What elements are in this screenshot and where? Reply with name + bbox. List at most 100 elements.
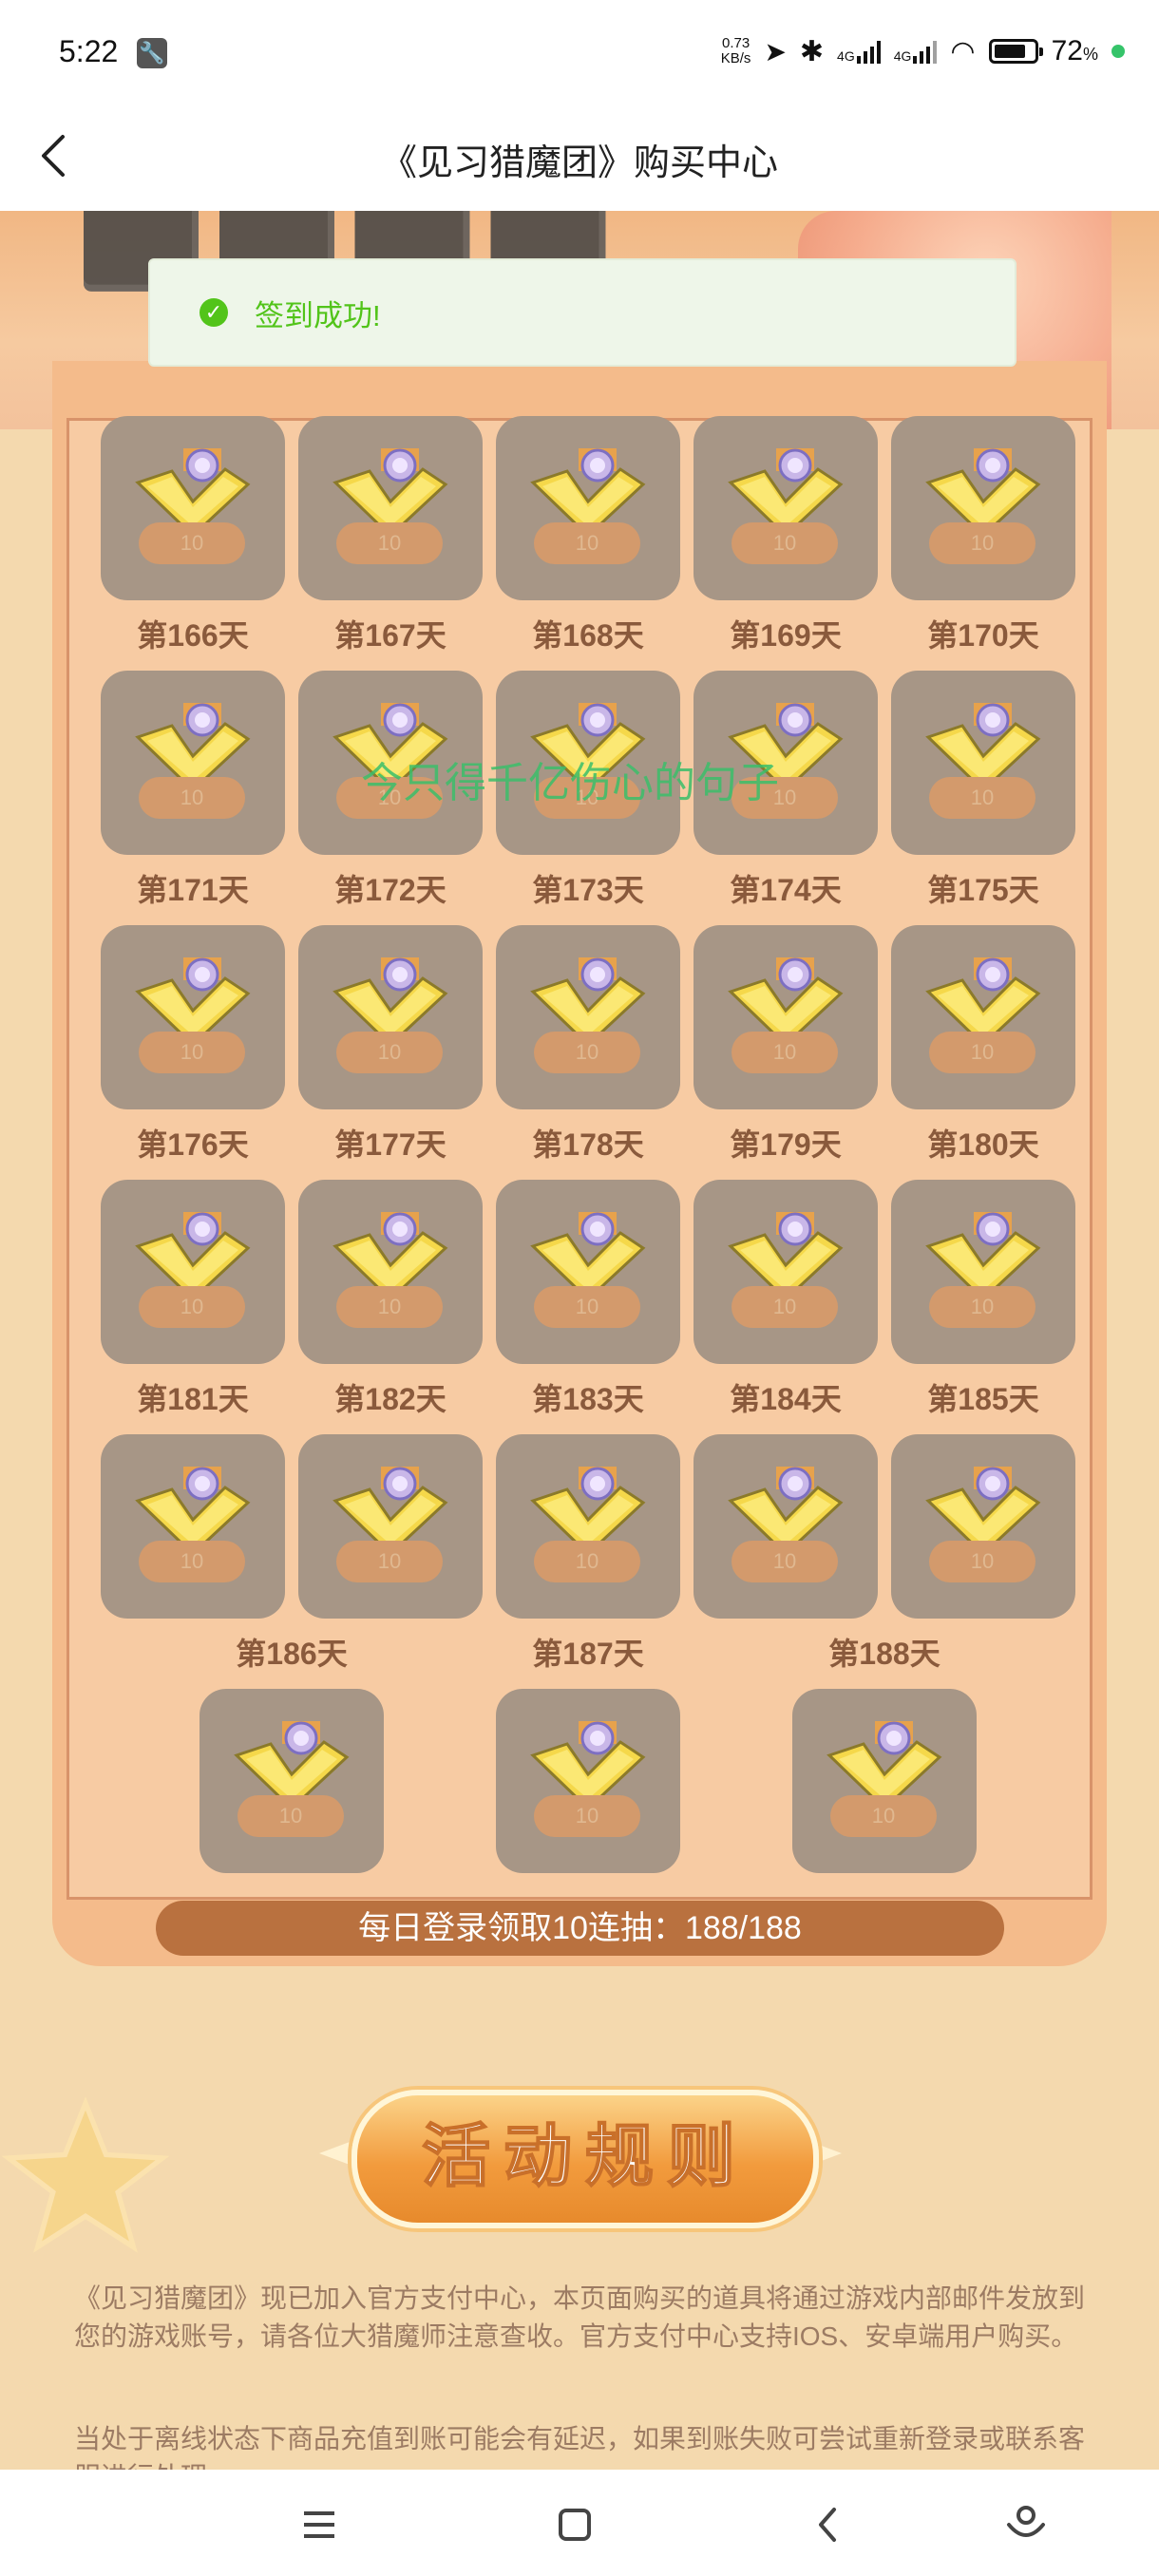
bluetooth-icon: ✱	[799, 35, 825, 67]
network-speed: 0.73 KB/s	[721, 36, 751, 66]
reward-amount: 10	[139, 522, 245, 564]
signal-icon: 4G	[837, 39, 881, 64]
status-icons: 0.73 KB/s ➤ ✱ 4G 4G ◠ 72%	[721, 32, 1125, 70]
wifi-icon: ◠	[950, 35, 976, 67]
reward-amount: 10	[534, 1795, 640, 1837]
reward-tile[interactable]: 10	[298, 925, 483, 1109]
page-title: 《见习猎魔团》购买中心	[380, 143, 778, 183]
reward-tile[interactable]: 10	[496, 416, 680, 600]
menu-icon[interactable]	[291, 2496, 348, 2553]
network-type-2: 4G	[893, 48, 912, 64]
day-label: 第187天	[532, 1637, 644, 1671]
reward-amount: 10	[139, 1541, 245, 1582]
star-decoration-icon	[1, 2096, 170, 2253]
reward-tile[interactable]: 10	[694, 925, 878, 1109]
reward-amount: 10	[139, 1286, 245, 1328]
reward-amount: 10	[929, 777, 1036, 819]
reward-tile[interactable]: 10	[101, 925, 285, 1109]
reward-amount: 10	[534, 1286, 640, 1328]
battery-icon	[988, 39, 1043, 64]
reward-tile[interactable]: 10	[496, 1180, 680, 1364]
reward-tile[interactable]: 10	[891, 1434, 1075, 1619]
reward-tile[interactable]: 10	[694, 1434, 878, 1619]
home-square-icon[interactable]	[546, 2496, 603, 2553]
reward-tile[interactable]: 10	[694, 1180, 878, 1364]
reward-tile[interactable]: 10	[694, 416, 878, 600]
reward-tile[interactable]: 10	[101, 416, 285, 600]
reward-tile[interactable]: 10	[792, 1689, 977, 1873]
day-label: 第178天	[532, 1127, 644, 1162]
success-toast: ✓ 签到成功!	[148, 258, 1016, 367]
day-label: 第172天	[334, 873, 446, 907]
day-label: 第166天	[137, 618, 249, 653]
reward-tile[interactable]: 10	[200, 1689, 384, 1873]
reward-amount: 10	[732, 1541, 838, 1582]
reward-tile[interactable]: 10	[298, 416, 483, 600]
reward-amount: 10	[336, 1286, 443, 1328]
reward-tile[interactable]: 10	[496, 1689, 680, 1873]
network-speed-value: 0.73	[721, 35, 750, 51]
day-label: 第182天	[334, 1382, 446, 1416]
reward-amount: 10	[732, 1286, 838, 1328]
network-type-1: 4G	[837, 48, 855, 64]
reward-tile[interactable]: 10	[101, 1434, 285, 1619]
reward-amount: 10	[830, 1795, 937, 1837]
day-label: 第167天	[334, 618, 446, 653]
day-label: 第183天	[532, 1382, 644, 1416]
signal-icon-2: 4G	[894, 39, 938, 64]
activity-rules-button[interactable]: 活动规则	[352, 2090, 819, 2228]
reward-tile[interactable]: 10	[496, 1434, 680, 1619]
network-speed-unit: KB/s	[720, 50, 751, 66]
day-label: 第168天	[532, 618, 644, 653]
reward-amount: 10	[336, 522, 443, 564]
day-label: 第184天	[730, 1382, 842, 1416]
status-bar: 5:22 🔧 0.73 KB/s ➤ ✱ 4G 4G ◠ 72%	[0, 0, 1159, 104]
day-label: 第173天	[532, 873, 644, 907]
day-label: 第174天	[730, 873, 842, 907]
reward-tile[interactable]: 10	[891, 671, 1075, 855]
reward-amount: 10	[139, 777, 245, 819]
day-label: 第181天	[137, 1382, 249, 1416]
location-icon: ➤	[764, 36, 787, 66]
day-label: 第177天	[334, 1127, 446, 1162]
system-nav-bar	[0, 2470, 1159, 2576]
reward-tile[interactable]: 10	[101, 671, 285, 855]
rules-paragraph-2: 当处于离线状态下商品充值到账可能会有延迟，如果到账失败可尝试重新登录或联系客服进…	[74, 2424, 1086, 2470]
reward-amount: 10	[929, 522, 1036, 564]
status-time: 5:22	[59, 34, 119, 68]
day-label: 第170天	[927, 618, 1039, 653]
indicator-dot	[1112, 45, 1125, 58]
reward-tile[interactable]: 10	[496, 925, 680, 1109]
back-triangle-icon[interactable]	[800, 2496, 857, 2553]
day-label: 第188天	[828, 1637, 940, 1671]
assistant-icon[interactable]	[998, 2496, 1054, 2553]
reward-tile[interactable]: 10	[891, 925, 1075, 1109]
day-label: 第171天	[137, 873, 249, 907]
app-header: 《见习猎魔团》购买中心	[0, 104, 1159, 211]
day-label: 第186天	[236, 1637, 348, 1671]
day-label: 第175天	[927, 873, 1039, 907]
reward-amount: 10	[238, 1795, 344, 1837]
reward-amount: 10	[534, 522, 640, 564]
reward-tile[interactable]: 10	[891, 1180, 1075, 1364]
reward-amount: 10	[336, 1541, 443, 1582]
reward-amount: 10	[534, 1541, 640, 1582]
reward-tile[interactable]: 10	[298, 1180, 483, 1364]
check-circle-icon: ✓	[200, 298, 228, 327]
reward-amount: 10	[929, 1286, 1036, 1328]
day-label: 第169天	[730, 618, 842, 653]
reward-amount: 10	[732, 1032, 838, 1073]
reward-amount: 10	[336, 1032, 443, 1073]
wrench-icon: 🔧	[137, 38, 167, 68]
day-label: 第179天	[730, 1127, 842, 1162]
toast-message: 签到成功!	[255, 298, 381, 332]
reward-amount: 10	[732, 522, 838, 564]
reward-amount: 10	[534, 1032, 640, 1073]
reward-tile[interactable]: 10	[298, 1434, 483, 1619]
reward-amount: 10	[929, 1541, 1036, 1582]
reward-amount: 10	[139, 1032, 245, 1073]
reward-tile[interactable]: 10	[101, 1180, 285, 1364]
reward-tile[interactable]: 10	[891, 416, 1075, 600]
rules-paragraph-1: 《见习猎魔团》现已加入官方支付中心，本页面购买的道具将通过游戏内部邮件发放到您的…	[74, 2283, 1086, 2351]
day-label: 第185天	[927, 1382, 1039, 1416]
